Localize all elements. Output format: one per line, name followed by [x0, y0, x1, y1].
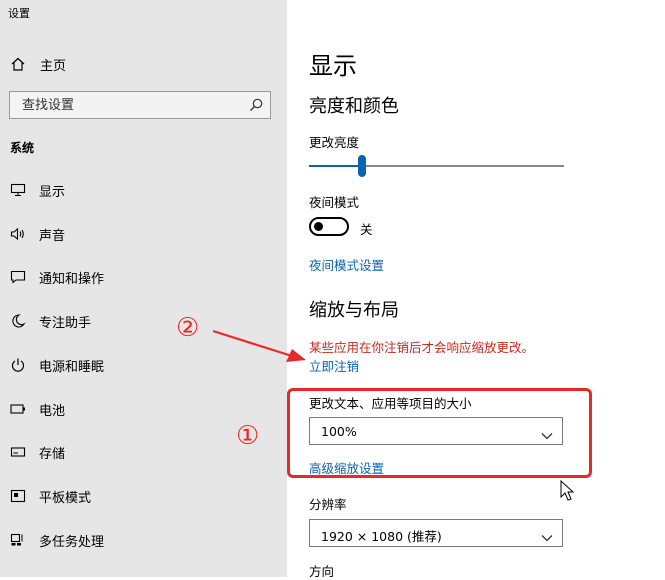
mouse-cursor-icon: [560, 480, 575, 501]
